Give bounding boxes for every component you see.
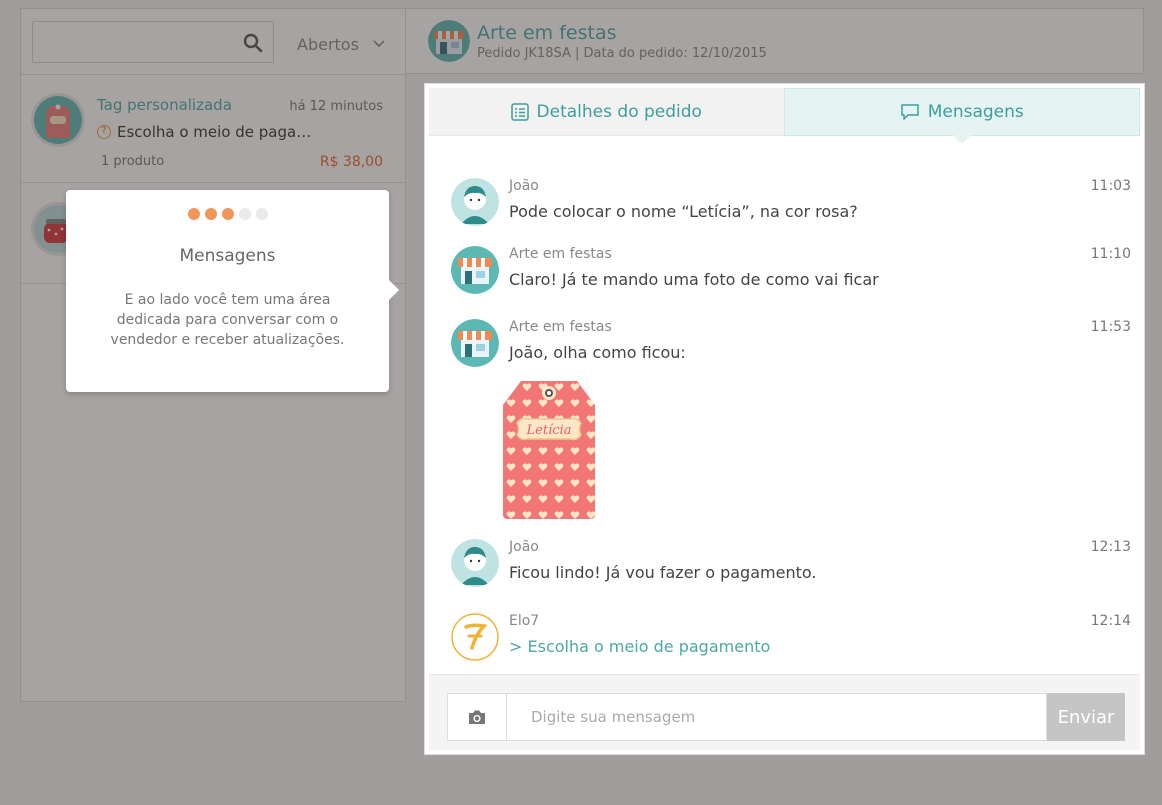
message-input[interactable] [507, 693, 1047, 741]
user-avatar [451, 178, 499, 226]
store-avatar [428, 20, 470, 62]
user-avatar [451, 539, 499, 587]
tour-step-dot [187, 208, 200, 220]
order-header: Arte em festas Pedido JK18SA | Data do p… [406, 8, 1144, 74]
tab-label: Detalhes do pedido [536, 101, 702, 122]
message-text: Pode colocar o nome “Letícia”, na cor ro… [509, 202, 858, 221]
tour-title: Mensagens [179, 246, 276, 266]
message-text: Ficou lindo! Já vou fazer o pagamento. [509, 563, 817, 582]
message-item: João 12:13 Ficou lindo! Já vou fazer o p… [451, 539, 1131, 589]
payment-link[interactable]: > Escolha o meio de pagamento [509, 637, 770, 656]
search-icon[interactable] [241, 31, 265, 55]
messages-panel: Detalhes do pedido Mensagens João 11:03 [425, 84, 1144, 754]
message-list: João 11:03 Pode colocar o nome “Letícia”… [429, 150, 1140, 670]
message-time: 12:14 [1090, 613, 1131, 629]
message-sender: João [509, 539, 539, 555]
tab-order-details[interactable]: Detalhes do pedido [429, 88, 784, 136]
store-name[interactable]: Arte em festas [477, 22, 617, 44]
pending-status-icon: ? [97, 125, 111, 139]
message-composer: Enviar [429, 674, 1140, 750]
chevron-down-icon [373, 40, 385, 48]
chat-bubble-icon [900, 104, 919, 120]
message-sender: João [509, 178, 539, 194]
tour-tooltip: Mensagens E ao lado você tem uma área de… [66, 190, 399, 392]
message-sender: Elo7 [509, 613, 540, 629]
tour-body: E ao lado você tem uma área dedicada par… [110, 292, 345, 348]
order-time: há 12 minutos [289, 99, 383, 114]
attached-tag-image[interactable]: Letícia [503, 379, 595, 519]
camera-icon [469, 710, 485, 724]
message-item: Elo7 12:14 > Escolha o meio de pagamento [451, 613, 1131, 663]
order-meta: Pedido JK18SA | Data do pedido: 12/10/20… [477, 46, 767, 61]
search-row: Abertos [21, 9, 405, 75]
tabs: Detalhes do pedido Mensagens [429, 88, 1140, 144]
message-text: Claro! Já te mando uma foto de como vai … [509, 270, 879, 289]
order-price: R$ 38,00 [319, 154, 383, 170]
message-sender: Arte em festas [509, 319, 612, 335]
status-filter-label: Abertos [297, 34, 359, 54]
tab-messages[interactable]: Mensagens [783, 88, 1140, 144]
tour-step-dot [255, 208, 268, 220]
message-time: 11:03 [1090, 178, 1131, 194]
elo7-avatar [451, 613, 499, 661]
message-item: Arte em festas 11:10 Claro! Já te mando … [451, 246, 1131, 296]
order-status-text: Escolha o meio de paga… [117, 123, 312, 141]
tag-image-label: Letícia [526, 423, 572, 438]
order-list-item[interactable]: Tag personalizada há 12 minutos ? Escolh… [21, 75, 405, 183]
message-item: João 11:03 Pode colocar o nome “Letícia”… [451, 178, 1131, 228]
search-input[interactable] [32, 21, 274, 63]
product-thumbnail [31, 93, 85, 147]
tab-label: Mensagens [927, 102, 1024, 122]
message-time: 11:10 [1090, 246, 1131, 262]
order-title: Tag personalizada [97, 96, 232, 114]
message-time: 12:13 [1090, 539, 1131, 555]
send-button[interactable]: Enviar [1047, 693, 1125, 741]
tour-step-dot [238, 208, 251, 220]
message-text: João, olha como ficou: [509, 343, 686, 362]
tour-step-dot [221, 208, 234, 220]
status-filter-dropdown[interactable]: Abertos [297, 31, 397, 57]
message-item: Arte em festas 11:53 João, olha como fic… [451, 319, 1131, 529]
store-avatar [451, 319, 499, 367]
message-sender: Arte em festas [509, 246, 612, 262]
order-quantity: 1 produto [101, 154, 165, 169]
list-icon [510, 102, 529, 121]
attach-photo-button[interactable] [447, 693, 507, 741]
store-avatar [451, 246, 499, 294]
tour-progress [66, 208, 389, 220]
message-time: 11:53 [1090, 319, 1131, 335]
order-status: ? Escolha o meio de paga… [97, 123, 311, 141]
tour-step-dot [204, 208, 217, 220]
